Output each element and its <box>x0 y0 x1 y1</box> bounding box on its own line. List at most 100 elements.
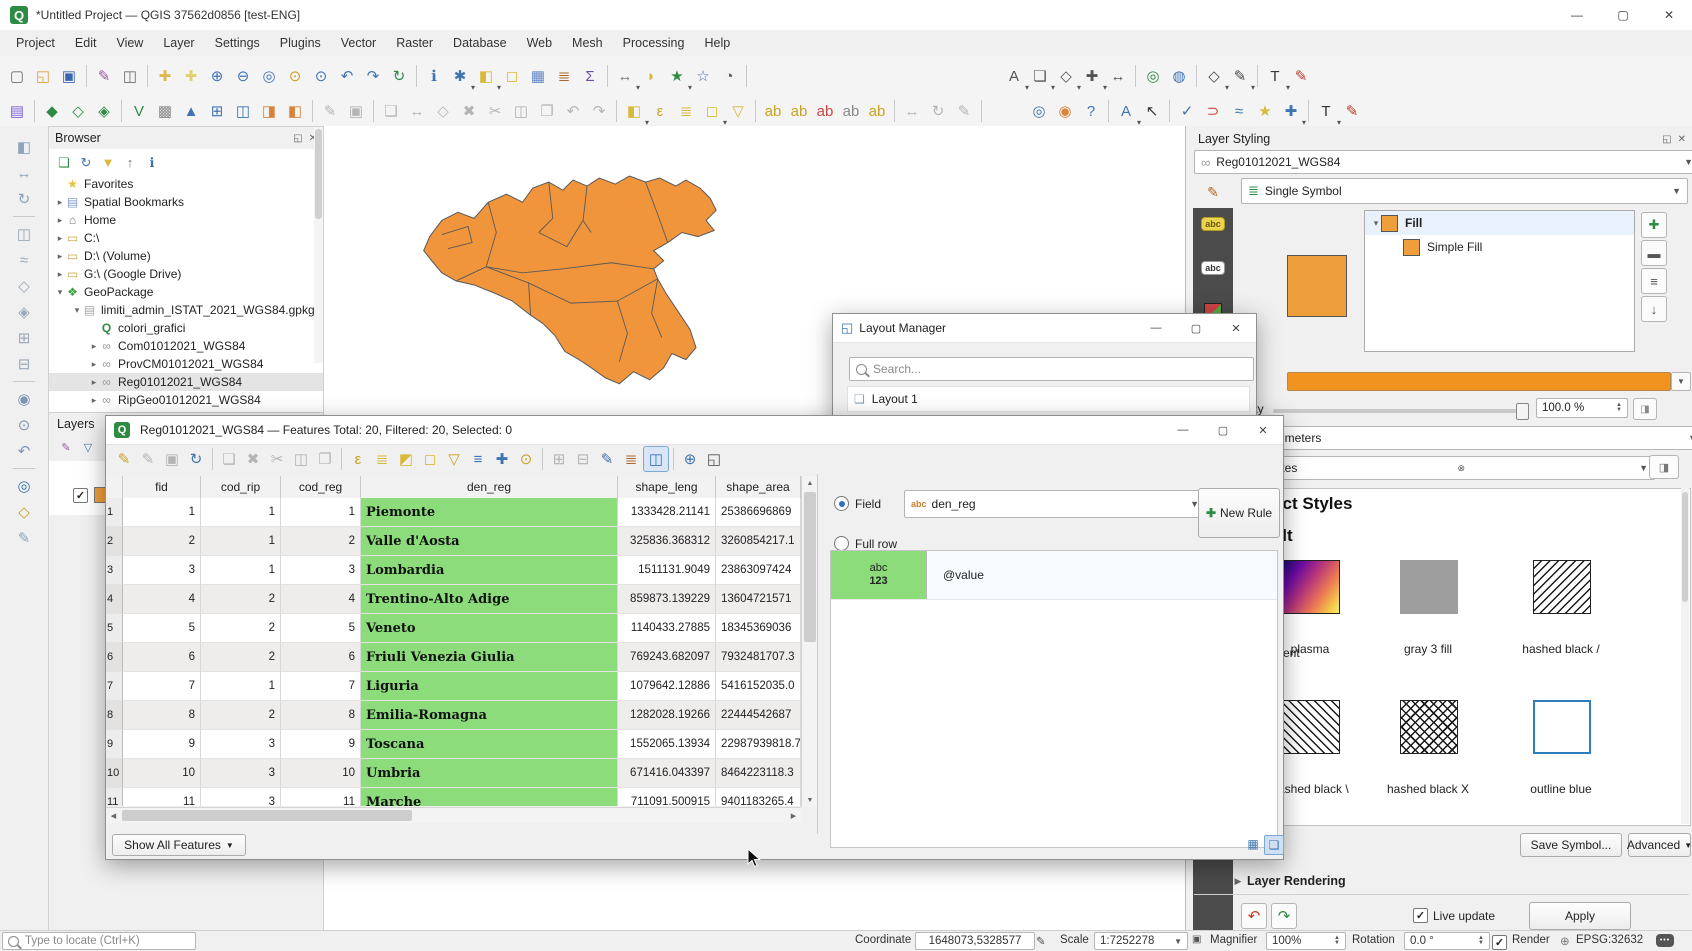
live-update-control[interactable]: ✓ Live update <box>1413 908 1495 923</box>
add-symbol-layer-button[interactable]: ✚ <box>1641 212 1667 238</box>
layout-list-item[interactable]: ❏ Layout 1 <box>847 386 1250 412</box>
menu-edit[interactable]: Edit <box>65 32 107 54</box>
expander-icon[interactable]: ▸ <box>55 233 65 244</box>
text-format-icon[interactable]: T▾ <box>1262 63 1288 89</box>
field-calculator-table-icon[interactable]: ≣ <box>619 447 643 471</box>
browser-item-spatial-bookmarks[interactable]: ▸▤Spatial Bookmarks <box>49 193 323 211</box>
merge-attributes-icon[interactable]: ⊟ <box>11 351 37 377</box>
cut-features-icon[interactable]: ✂ <box>482 98 508 124</box>
toggle-editing-icon[interactable]: ✎ <box>317 98 343 124</box>
mouse-position-icon[interactable]: ✎ <box>1036 934 1046 948</box>
table-view-icon[interactable]: ▦ <box>1244 835 1262 853</box>
save-table-edits-icon[interactable]: ▣ <box>160 447 184 471</box>
table-row[interactable]: 1111311Marche711091.5009159401183265.4 <box>106 788 801 806</box>
full-row-radio[interactable] <box>834 536 849 551</box>
zoom-last-icon[interactable]: ↶ <box>334 63 360 89</box>
reverse-line-icon[interactable]: ↶ <box>11 438 37 464</box>
add-postgis-icon[interactable]: ◫ <box>230 98 256 124</box>
dialog-maximize-button[interactable]: ▢ <box>1176 314 1216 342</box>
tracing-icon[interactable]: ≈ <box>1226 98 1252 124</box>
pan-map-icon[interactable]: ✚ <box>152 63 178 89</box>
move-feature-icon[interactable]: ↔ <box>404 98 430 124</box>
add-wms-icon[interactable]: ◨ <box>256 98 282 124</box>
field-radio[interactable] <box>834 496 849 511</box>
window-minimize-button[interactable]: — <box>1554 0 1600 30</box>
new-rule-button[interactable]: ✚ New Rule <box>1198 488 1280 538</box>
copy-move-tool-icon[interactable]: ◫ <box>11 221 37 247</box>
table-row[interactable]: 2212Valle d'Aosta325836.3683123260854217… <box>106 527 801 556</box>
label-pin-icon[interactable]: ab <box>838 98 864 124</box>
browser-item-c[interactable]: ▸▭C:\ <box>49 229 323 247</box>
tab-masks[interactable]: abc <box>1193 252 1233 284</box>
deselect-all-rows-icon[interactable]: ◻ <box>418 447 442 471</box>
clear-filter-icon[interactable]: ⊗ <box>1457 463 1465 474</box>
label-rule-icon[interactable]: ab <box>812 98 838 124</box>
select-location-icon[interactable]: ◧ <box>11 134 37 160</box>
save-edits-icon[interactable]: ▣ <box>343 98 369 124</box>
table-row[interactable]: 4424Trentino-Alto Adige859873.1392291360… <box>106 585 801 614</box>
column-header-cod_reg[interactable]: cod_reg <box>281 476 361 498</box>
redo-style-button[interactable]: ↷ <box>1271 903 1297 929</box>
menu-raster[interactable]: Raster <box>386 32 443 54</box>
refresh-map-icon[interactable]: ↻ <box>386 63 412 89</box>
locator-text-icon[interactable]: A▾ <box>1113 98 1139 124</box>
expander-down-icon[interactable]: ▾ <box>1371 218 1381 229</box>
help-icon[interactable]: ? <box>1078 98 1104 124</box>
expander-icon[interactable]: ▾ <box>72 305 82 316</box>
layer-rendering-section[interactable]: ▶ Layer Rendering <box>1233 874 1346 888</box>
rotate-point-symbols-icon[interactable]: ◉ <box>11 386 37 412</box>
add-feature-row-icon[interactable]: ❏ <box>217 447 241 471</box>
filter-legend-icon[interactable]: ▽ <box>79 439 97 457</box>
scale-combo[interactable]: 1:7252278 ▼ <box>1094 932 1188 950</box>
opacity-value-box[interactable]: 100.0 % ▲▼ <box>1536 398 1628 418</box>
expander-icon[interactable]: ▸ <box>55 251 65 262</box>
new-shapefile-icon[interactable]: ◇ <box>65 98 91 124</box>
new-virtual-layer-icon[interactable]: ◈ <box>91 98 117 124</box>
osm-download-icon[interactable]: ◍ <box>1166 63 1192 89</box>
expander-icon[interactable]: ▸ <box>55 269 65 280</box>
panel-float-icon[interactable]: ◱ <box>293 133 302 144</box>
add-raster-layer-icon[interactable]: ▩ <box>152 98 178 124</box>
refresh-browser-icon[interactable]: ↻ <box>75 151 97 173</box>
deselect-features-icon[interactable]: ◻ <box>499 63 525 89</box>
run-feature-action-icon[interactable]: ✱▾ <box>447 63 473 89</box>
render-control[interactable]: ✓ <box>1492 934 1507 950</box>
symbol-type-combo[interactable]: ≣ Single Symbol ▼ <box>1241 178 1688 204</box>
redo-icon[interactable]: ↷ <box>586 98 612 124</box>
add-mesh-layer-icon[interactable]: ▲ <box>178 98 204 124</box>
table-row[interactable]: 8828Emilia-Romagna1282028.19266224445426… <box>106 701 801 730</box>
fill-color-button[interactable] <box>1287 372 1671 391</box>
undo-icon[interactable]: ↶ <box>560 98 586 124</box>
table-row[interactable]: 6626Friuli Venezia Giulia769243.68209779… <box>106 643 801 672</box>
formatting-field-combo[interactable]: abc den_reg ▼ <box>904 490 1206 518</box>
messages-icon[interactable]: ••• <box>1656 934 1674 947</box>
zoom-to-selected-icon[interactable]: ⊙ <box>514 447 538 471</box>
field-radio-row[interactable]: Field <box>834 496 881 511</box>
menu-processing[interactable]: Processing <box>613 32 695 54</box>
merge-features-icon[interactable]: ⊞ <box>11 325 37 351</box>
open-field-calculator-icon[interactable]: ≣ <box>551 63 577 89</box>
style-swatch-gray-3-fill[interactable] <box>1400 560 1458 614</box>
dialog-maximize-button[interactable]: ▢ <box>1203 416 1243 444</box>
zoom-full-icon[interactable]: ◎ <box>256 63 282 89</box>
dialog-minimize-button[interactable]: — <box>1136 314 1176 342</box>
project-open-icon[interactable]: ◱ <box>30 63 56 89</box>
add-xyz-icon[interactable]: ◧ <box>282 98 308 124</box>
change-label-icon[interactable]: ✎ <box>951 98 977 124</box>
label-show-hide-icon[interactable]: ab <box>864 98 890 124</box>
style-manager-icon[interactable]: ✎ <box>91 63 117 89</box>
crs-indicator[interactable]: EPSG:32632 <box>1576 934 1643 946</box>
menu-web[interactable]: Web <box>517 32 562 54</box>
browser-item-favorites[interactable]: ★Favorites <box>49 175 323 193</box>
window-maximize-button[interactable]: ▢ <box>1600 0 1646 30</box>
collapse-all-icon[interactable]: ↑ <box>119 151 141 173</box>
table-row[interactable]: 1010310Umbria671416.0433978464223118.3 <box>106 759 801 788</box>
move-feature-tool-icon[interactable]: ↔ <box>11 160 37 186</box>
table-row[interactable]: 3313Lombardia1511131.904923863097424 <box>106 556 801 585</box>
column-header-shape_leng[interactable]: shape_leng <box>618 476 716 498</box>
table-row[interactable]: 1111Piemonte1333428.2114125386696869 <box>106 498 801 527</box>
expander-icon[interactable]: ▸ <box>89 341 99 352</box>
map-tips-icon[interactable]: ◗ <box>638 63 664 89</box>
browser-item-provcm01012021-wgs84[interactable]: ▸∞ProvCM01012021_WGS84 <box>49 355 323 373</box>
panel-close-icon[interactable]: ✕ <box>1678 134 1686 145</box>
